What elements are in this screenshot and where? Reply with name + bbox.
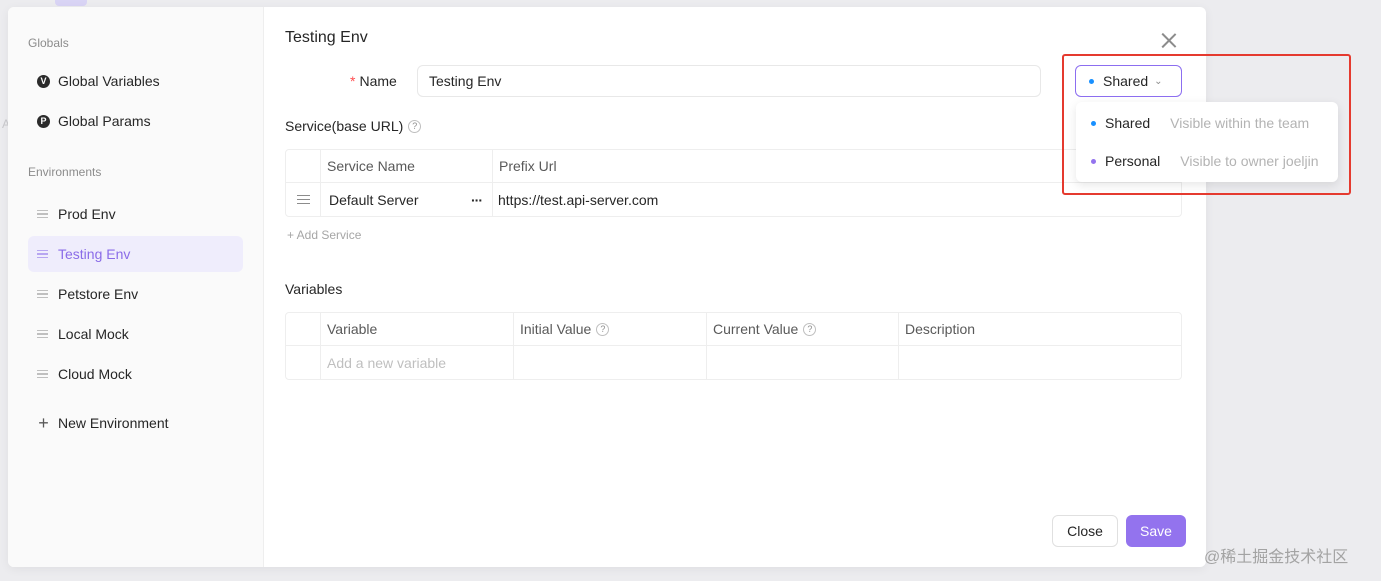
visibility-dropdown: Shared Visible within the team Personal … (1076, 102, 1338, 182)
new-environment-label: New Environment (58, 415, 169, 431)
current-value-cell[interactable] (707, 346, 899, 379)
sidebar-item-label: Cloud Mock (58, 366, 132, 382)
status-dot (1091, 158, 1096, 164)
sidebar-item-cloud-mock[interactable]: Cloud Mock (28, 356, 243, 392)
visibility-select[interactable]: Shared ⌄ (1075, 65, 1182, 97)
close-button[interactable]: Close (1052, 515, 1118, 547)
service-name-cell[interactable]: Default Server ··· (321, 183, 493, 216)
service-table: Service Name Prefix Url Default Server ·… (285, 149, 1182, 217)
watermark: @稀土掘金技术社区 (1204, 549, 1349, 566)
service-name: Default Server (329, 191, 419, 208)
row-drag-cell[interactable] (286, 183, 321, 216)
variables-table: Variable Initial Value ? Current Value ?… (285, 312, 1182, 380)
name-label: * Name (350, 73, 397, 89)
sidebar-item-label: Prod Env (58, 206, 116, 222)
close-icon[interactable] (1161, 33, 1177, 49)
sidebar-item-global-variables[interactable]: V Global Variables (28, 63, 243, 99)
environments-section-title: Environments (28, 165, 102, 179)
drag-handle-icon (37, 329, 48, 339)
variables-icon: V (37, 74, 50, 88)
service-label: Service(base URL) ? (285, 118, 422, 134)
column-header: Current Value ? (707, 313, 899, 345)
column-header-text: Initial Value (520, 321, 592, 337)
sidebar-item-label: Petstore Env (58, 286, 139, 302)
variables-label: Variables (285, 281, 343, 297)
params-icon: P (37, 114, 50, 128)
drag-handle-icon (297, 194, 310, 205)
sidebar-item-testing-env[interactable]: Testing Env (28, 236, 243, 272)
sidebar-item-global-params[interactable]: P Global Params (28, 103, 243, 139)
sidebar-item-label: Global Params (58, 113, 151, 129)
status-dot (1089, 78, 1094, 84)
table-row: Default Server ··· https://test.api-serv… (286, 183, 1181, 216)
sidebar-item-label: Local Mock (58, 326, 129, 342)
row-drag-cell (286, 346, 321, 379)
visibility-selected: Shared (1103, 73, 1149, 89)
new-environment-button[interactable]: + New Environment (28, 405, 243, 441)
more-icon[interactable]: ··· (471, 192, 483, 208)
option-label: Shared (1105, 115, 1151, 131)
help-icon[interactable]: ? (803, 322, 817, 336)
drag-column-header (286, 150, 321, 182)
save-button[interactable]: Save (1126, 515, 1186, 547)
column-header-text: Current Value (713, 321, 799, 337)
table-row: Add a new variable (286, 346, 1181, 379)
column-header: Service Name (321, 150, 493, 182)
column-header: Initial Value ? (514, 313, 707, 345)
table-header-row: Variable Initial Value ? Current Value ?… (286, 313, 1181, 346)
sidebar-item-label: Global Variables (58, 73, 160, 89)
page-title: Testing Env (285, 29, 368, 46)
column-header: Description (905, 321, 976, 337)
service-label-text: Service(base URL) (285, 118, 404, 134)
drag-handle-icon (37, 369, 48, 379)
sidebar-item-prod-env[interactable]: Prod Env (28, 196, 243, 232)
drag-handle-icon (37, 289, 48, 299)
initial-value-cell[interactable] (514, 346, 707, 379)
help-icon[interactable]: ? (596, 322, 610, 336)
description-cell[interactable] (899, 346, 1181, 379)
drag-column-header (286, 313, 321, 345)
option-description: Visible to owner joeljin (1180, 153, 1319, 169)
sidebar-item-petstore-env[interactable]: Petstore Env (28, 276, 243, 312)
help-icon[interactable]: ? (408, 119, 422, 133)
drag-handle-icon (37, 209, 48, 219)
chevron-down-icon: ⌄ (1154, 75, 1163, 87)
table-header-row: Service Name Prefix Url (286, 150, 1181, 183)
prefix-url-cell[interactable]: https://test.api-server.com (493, 183, 1181, 216)
option-description: Visible within the team (1170, 115, 1310, 131)
name-input[interactable] (417, 65, 1041, 97)
drag-handle-icon (37, 249, 48, 259)
plus-icon: + (38, 413, 49, 433)
environment-modal: Globals V Global Variables P Global Para… (8, 7, 1206, 567)
globals-section-title: Globals (28, 36, 69, 50)
background-tab-pill (55, 0, 87, 6)
add-service-button[interactable]: + Add Service (287, 228, 361, 242)
new-variable-input[interactable]: Add a new variable (321, 346, 514, 379)
sidebar: Globals V Global Variables P Global Para… (8, 7, 264, 567)
option-personal[interactable]: Personal Visible to owner joeljin (1076, 143, 1338, 179)
main-panel: Testing Env *Name Service(base URL) ? Se… (264, 7, 1206, 567)
sidebar-item-local-mock[interactable]: Local Mock (28, 316, 243, 352)
column-header: Variable (321, 313, 514, 345)
status-dot (1091, 120, 1096, 126)
option-label: Personal (1105, 153, 1161, 169)
name-label-text: Name (359, 73, 397, 89)
option-shared[interactable]: Shared Visible within the team (1076, 105, 1338, 141)
sidebar-item-label: Testing Env (58, 246, 131, 262)
